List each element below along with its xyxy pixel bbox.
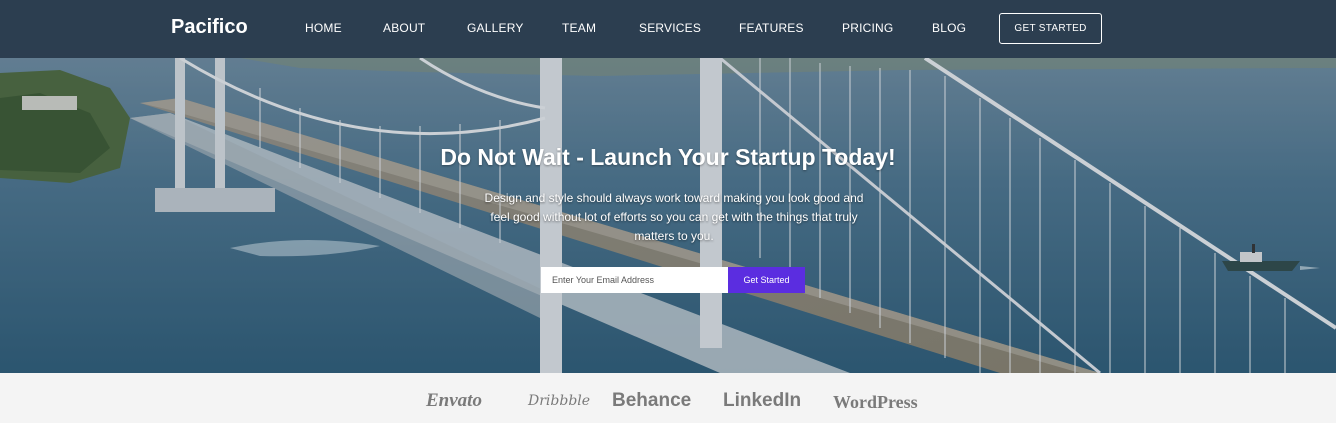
get-started-nav-button[interactable]: GET STARTED bbox=[999, 13, 1102, 44]
nav-features[interactable]: FEATURES bbox=[739, 21, 804, 35]
nav-services[interactable]: SERVICES bbox=[639, 21, 701, 35]
hero-subtitle: Design and style should always work towa… bbox=[484, 191, 864, 243]
email-input[interactable] bbox=[541, 267, 728, 293]
envato-logo: Envato bbox=[426, 390, 482, 411]
nav-about[interactable]: ABOUT bbox=[383, 21, 425, 35]
partner-logos-bar: Envato Dribbble Behance LinkedIn WordPre… bbox=[0, 373, 1336, 423]
top-navbar: Pacifico HOME ABOUT GALLERY TEAM SERVICE… bbox=[0, 0, 1336, 58]
nav-pricing[interactable]: PRICING bbox=[842, 21, 893, 35]
hero-title: Do Not Wait - Launch Your Startup Today! bbox=[440, 144, 896, 170]
brand-logo[interactable]: Pacifico bbox=[171, 16, 248, 39]
get-started-submit-button[interactable]: Get Started bbox=[728, 267, 805, 293]
dribbble-logo: Dribbble bbox=[528, 393, 591, 409]
signup-form: Get Started bbox=[541, 267, 805, 293]
wordpress-logo: WordPress bbox=[833, 392, 918, 412]
behance-logo: Behance bbox=[612, 390, 692, 411]
nav-blog[interactable]: BLOG bbox=[932, 21, 966, 35]
nav-gallery[interactable]: GALLERY bbox=[467, 21, 524, 35]
linkedin-logo: LinkedIn bbox=[723, 390, 802, 411]
nav-home[interactable]: HOME bbox=[305, 21, 342, 35]
nav-team[interactable]: TEAM bbox=[562, 21, 596, 35]
hero-section: Do Not Wait - Launch Your Startup Today!… bbox=[0, 58, 1336, 373]
